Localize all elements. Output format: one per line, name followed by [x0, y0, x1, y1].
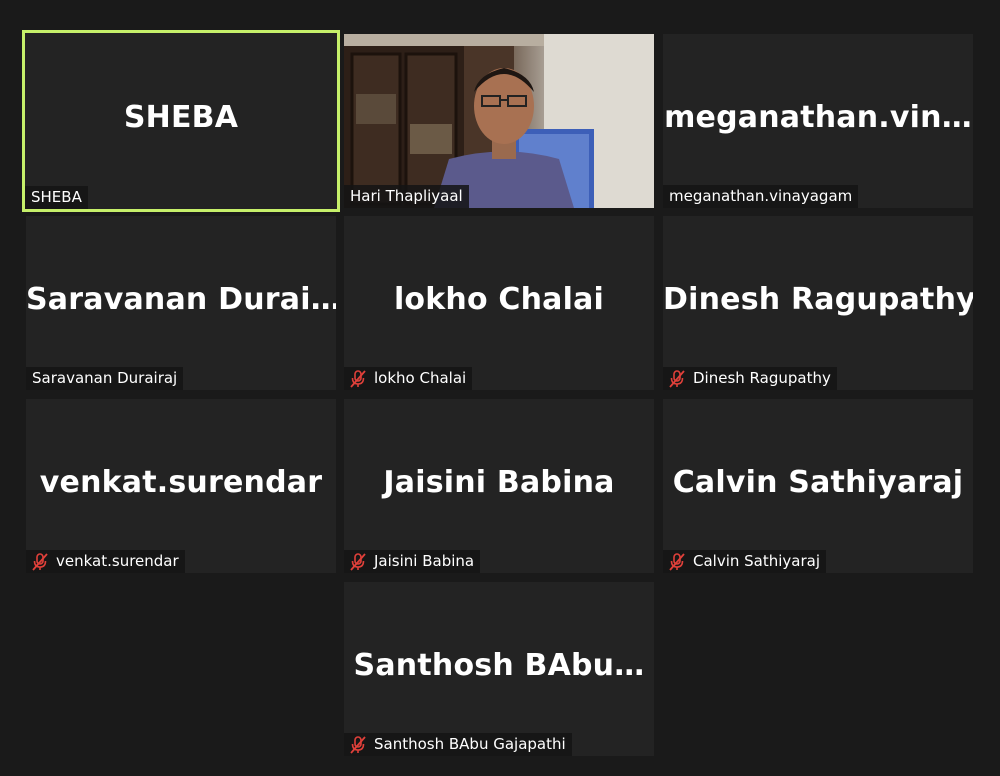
participant-name-label: meganathan.vinayagam	[663, 185, 859, 208]
microphone-muted-icon	[350, 369, 366, 388]
participant-name-label: Santhosh BAbu Gajapathi	[344, 733, 572, 756]
participant-tile-venkat-surendar[interactable]: venkat.surendar venkat.surendar	[26, 399, 336, 573]
participant-tile-jaisini-babina[interactable]: Jaisini Babina Jaisini Babina	[344, 399, 654, 573]
participant-tile-dinesh-ragupathy[interactable]: Dinesh Ragupathy Dinesh Ragupathy	[663, 216, 973, 390]
microphone-muted-icon	[669, 369, 685, 388]
participant-tile-sheba[interactable]: SHEBA SHEBA	[22, 30, 340, 212]
participant-name-text: Santhosh BAbu Gajapathi	[374, 735, 566, 753]
microphone-muted-icon	[350, 552, 366, 571]
participant-name-text: SHEBA	[31, 188, 82, 206]
participant-display-name: Dinesh Ragupathy	[663, 282, 973, 317]
participant-name-text: lokho Chalai	[374, 369, 467, 387]
participant-tile-meganathan[interactable]: meganathan.vin… meganathan.vinayagam	[663, 34, 973, 208]
participant-tile-saravanan[interactable]: Saravanan Durai… Saravanan Durairaj	[26, 216, 336, 390]
participant-name-text: venkat.surendar	[56, 552, 179, 570]
participant-name-label: Calvin Sathiyaraj	[663, 550, 827, 573]
participant-name-label: lokho Chalai	[344, 367, 473, 390]
participant-display-name: venkat.surendar	[39, 465, 323, 500]
participant-display-name: Santhosh BAbu…	[353, 648, 645, 683]
participant-name-label: Dinesh Ragupathy	[663, 367, 837, 390]
participant-tile-hari-thapliyaal[interactable]: Hari Thapliyaal	[344, 34, 654, 208]
participant-name-text: Dinesh Ragupathy	[693, 369, 831, 387]
participant-name-text: Calvin Sathiyaraj	[693, 552, 821, 570]
participant-display-name: meganathan.vin…	[664, 100, 972, 135]
participant-name-text: Saravanan Durairaj	[32, 369, 178, 387]
participant-name-label: Jaisini Babina	[344, 550, 481, 573]
participant-tile-santhosh-babu[interactable]: Santhosh BAbu… Santhosh BAbu Gajapathi	[344, 582, 654, 756]
participant-name-label: Hari Thapliyaal	[344, 185, 469, 208]
participant-tile-lokho-chalai[interactable]: lokho Chalai lokho Chalai	[344, 216, 654, 390]
participant-display-name: SHEBA	[123, 100, 239, 135]
participant-tile-calvin-sathiyaraj[interactable]: Calvin Sathiyaraj Calvin Sathiyaraj	[663, 399, 973, 573]
participant-display-name: lokho Chalai	[393, 282, 605, 317]
participant-name-text: Jaisini Babina	[374, 552, 475, 570]
microphone-muted-icon	[350, 735, 366, 754]
participant-video-feed	[344, 34, 654, 208]
participant-name-label: Saravanan Durairaj	[26, 367, 184, 390]
participant-name-text: meganathan.vinayagam	[669, 187, 853, 205]
participant-name-text: Hari Thapliyaal	[350, 187, 463, 205]
participant-display-name: Jaisini Babina	[383, 465, 615, 500]
participant-name-label: venkat.surendar	[26, 550, 185, 573]
microphone-muted-icon	[32, 552, 48, 571]
participant-name-label: SHEBA	[25, 186, 88, 209]
participant-display-name: Calvin Sathiyaraj	[672, 465, 964, 500]
participant-display-name: Saravanan Durai…	[26, 282, 336, 317]
microphone-muted-icon	[669, 552, 685, 571]
